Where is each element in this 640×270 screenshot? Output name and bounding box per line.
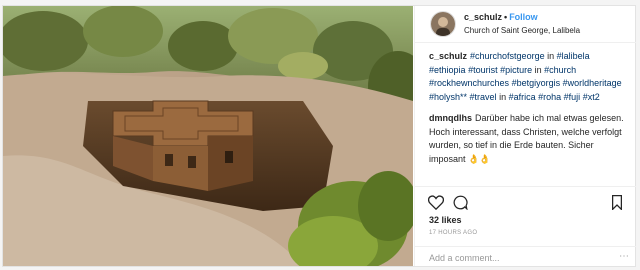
hashtag-link[interactable]: #betgiyorgis (512, 78, 561, 88)
post-card: c_schulz • Follow Church of Saint George, … (2, 5, 636, 267)
post-photo[interactable] (3, 6, 413, 266)
hashtag-link[interactable]: #tourist (468, 65, 498, 75)
more-options-icon[interactable]: ⋯ (619, 251, 630, 262)
hashtag-link[interactable]: #fuji (564, 92, 581, 102)
location-link[interactable]: Church of Saint George, Lalibela (464, 26, 580, 35)
hashtag-link[interactable]: #churchofstgeorge (470, 51, 545, 61)
follow-button[interactable]: Follow (509, 12, 538, 22)
hashtag-link[interactable]: #lalibela (557, 51, 590, 61)
post-header: c_schulz • Follow Church of Saint George, … (415, 6, 636, 43)
photo-church-of-saint-george (3, 6, 413, 266)
caption-username[interactable]: c_schulz (429, 51, 467, 61)
hashtag-link[interactable]: #roha (538, 92, 561, 102)
post-sidebar: c_schulz • Follow Church of Saint George, … (414, 6, 636, 266)
hashtag-link[interactable]: #africa (509, 92, 536, 102)
hashtag-link[interactable]: #picture (500, 65, 532, 75)
username-link[interactable]: c_schulz (464, 12, 502, 22)
caption-and-comments: c_schulz #churchofstgeorge in #lalibela #… (429, 50, 625, 174)
header-line: c_schulz • Follow (464, 12, 538, 22)
hashtag-link[interactable]: #worldheritage (563, 78, 622, 88)
hashtag-link[interactable]: #ethiopia (429, 65, 466, 75)
bookmark-icon[interactable] (611, 195, 623, 215)
hashtag-link[interactable]: #church (544, 65, 576, 75)
hashtag-link[interactable]: #xt2 (583, 92, 600, 102)
comment: dmnqdlhs Darüber habe ich mal etwas geles… (429, 112, 625, 166)
action-bar (415, 186, 636, 217)
hashtag-link[interactable]: #holysh** (429, 92, 467, 102)
separator-dot: • (504, 12, 508, 22)
hashtag-link[interactable]: #rockhewnchurches (429, 78, 509, 88)
post-timestamp: 17 HOURS AGO (429, 230, 478, 236)
hashtag-link[interactable]: #travel (470, 92, 497, 102)
heart-icon[interactable] (427, 195, 445, 215)
likes-count[interactable]: 32 likes (429, 215, 462, 225)
comment-icon[interactable] (453, 195, 468, 215)
avatar-image (431, 12, 455, 36)
comment-username[interactable]: dmnqdlhs (429, 113, 472, 123)
caption: c_schulz #churchofstgeorge in #lalibela #… (429, 50, 625, 104)
comment-input[interactable] (429, 251, 619, 265)
add-comment-bar: ⋯ (415, 246, 636, 267)
avatar[interactable] (430, 11, 456, 37)
